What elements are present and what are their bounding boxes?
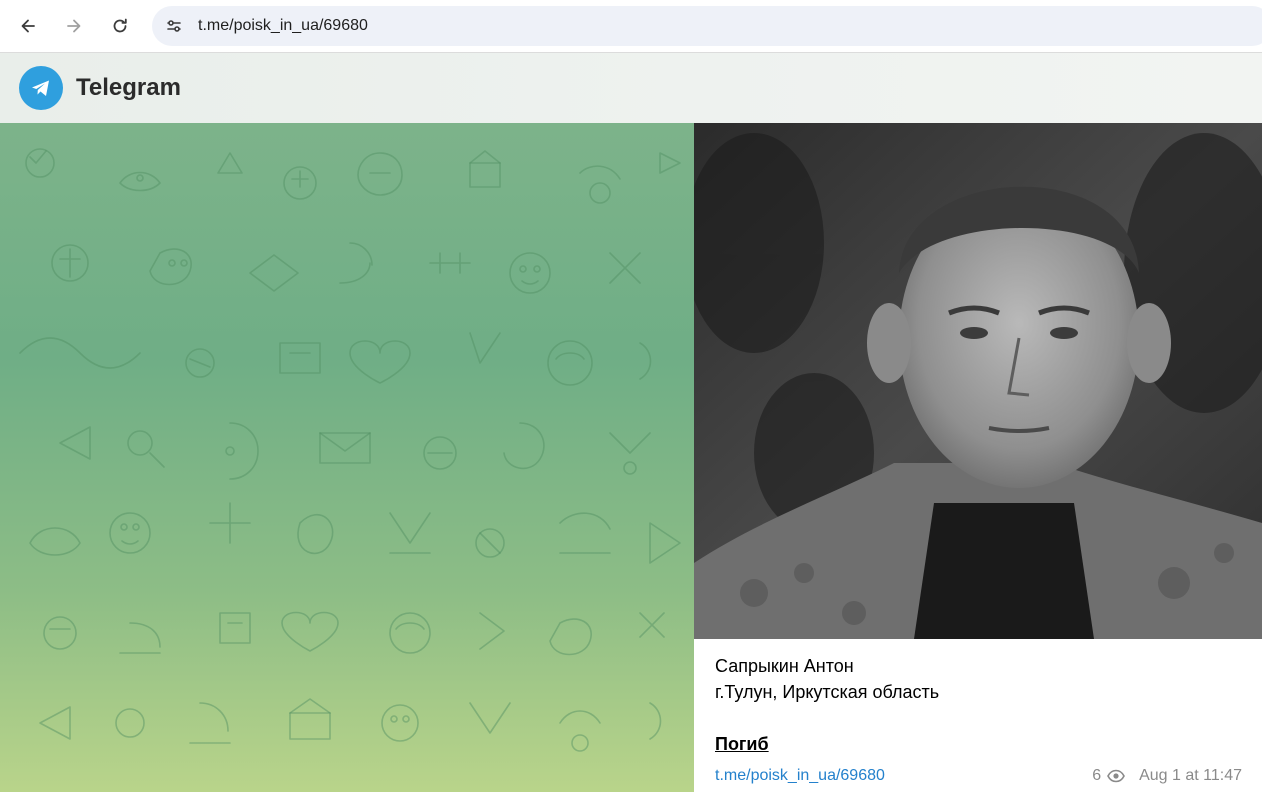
address-bar[interactable]: t.me/poisk_in_ua/69680 — [152, 6, 1262, 46]
back-button[interactable] — [10, 8, 46, 44]
person-name: Сапрыкин Антон — [715, 656, 854, 676]
portrait-photo — [694, 123, 1262, 639]
doodle-pattern — [19, 148, 681, 752]
site-info-button[interactable] — [160, 12, 188, 40]
telegram-logo[interactable] — [19, 66, 63, 110]
post-time: Aug 1 at 11:47 — [1139, 767, 1242, 784]
arrow-right-icon — [67, 19, 81, 33]
person-location: г.Тулун, Иркутская область — [715, 682, 940, 702]
reload-button[interactable] — [102, 8, 138, 44]
post-caption: Сапрыкин Антон г.Тулун, Иркутская област… — [715, 653, 1245, 705]
arrow-left-icon — [21, 19, 35, 33]
url-text[interactable]: t.me/poisk_in_ua/69680 — [198, 17, 368, 35]
post-link[interactable]: t.me/poisk_in_ua/69680 — [715, 767, 885, 785]
telegram-title[interactable]: Telegram — [76, 74, 181, 102]
message-card: Сапрыкин Антон г.Тулун, Иркутская област… — [694, 123, 1262, 792]
eye-icon — [1107, 769, 1125, 783]
browser-toolbar: t.me/poisk_in_ua/69680 — [0, 0, 1262, 52]
view-count: 6 — [1092, 767, 1102, 784]
status-text: Погиб — [715, 734, 769, 754]
post-meta: 6 Aug 1 at 11:47 — [1092, 767, 1242, 785]
telegram-header: Telegram — [0, 52, 1262, 123]
post-photo[interactable] — [694, 123, 1262, 639]
tune-icon — [167, 20, 181, 32]
telegram-plane-icon — [32, 80, 49, 96]
reload-icon — [113, 18, 127, 33]
forward-button[interactable] — [56, 8, 92, 44]
chat-background-pattern — [0, 123, 694, 792]
